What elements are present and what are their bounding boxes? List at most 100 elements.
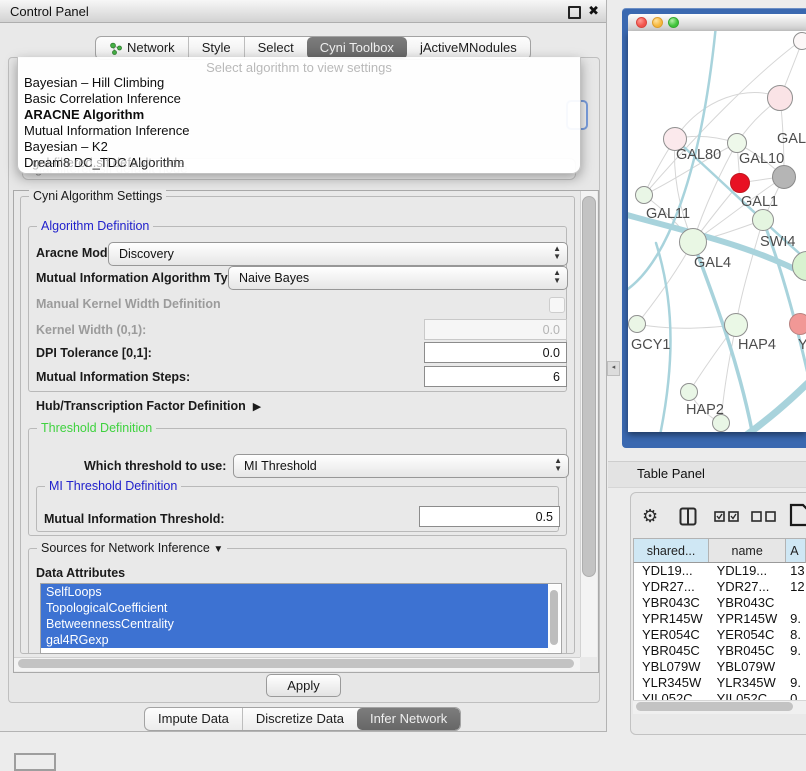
network-node[interactable]: [727, 133, 747, 153]
tab-infer-network[interactable]: Infer Network: [357, 708, 460, 730]
sources-title[interactable]: Sources for Network Inference ▼: [37, 541, 227, 555]
algorithm-option[interactable]: Bayesian – K2: [24, 139, 574, 155]
table-cell: 0.: [787, 691, 806, 700]
network-node[interactable]: [680, 383, 698, 401]
tab-style[interactable]: Style: [188, 37, 244, 59]
apply-button[interactable]: Apply: [266, 674, 341, 697]
minimize-traffic-light-icon[interactable]: [652, 17, 663, 28]
combobox-spinner-icon: ▲▼: [553, 269, 561, 285]
network-node[interactable]: [635, 186, 653, 204]
table-row[interactable]: YDL19...YDL19...13: [634, 563, 806, 579]
hub-definition-expander[interactable]: Hub/Transcription Factor Definition▶: [36, 399, 261, 413]
table-row[interactable]: YIL052CYIL052C0.: [634, 691, 806, 700]
column-header-name[interactable]: name: [709, 539, 786, 562]
network-node[interactable]: [724, 313, 748, 337]
attribute-item[interactable]: TopologicalCoefficient: [41, 600, 548, 616]
table-cell: YBL079W: [634, 659, 710, 675]
table-row[interactable]: YBL079WYBL079W: [634, 659, 806, 675]
float-window-icon[interactable]: [568, 6, 581, 19]
network-node[interactable]: [628, 315, 646, 333]
table-cell: 13: [787, 563, 806, 579]
table-cell: 8.: [787, 627, 806, 643]
minimized-panel-fragment: [14, 753, 56, 771]
table-row[interactable]: YPR145WYPR145W9.: [634, 611, 806, 627]
aracne-mode-combobox[interactable]: Discovery ▲▼: [108, 242, 568, 266]
close-traffic-light-icon[interactable]: [636, 17, 647, 28]
network-window-titlebar[interactable]: [628, 14, 806, 32]
popup-placeholder: Select algorithm to view settings: [18, 60, 580, 75]
table-row[interactable]: YBR043CYBR043C: [634, 595, 806, 611]
table-panel-title: Table Panel: [637, 466, 705, 481]
algorithm-option[interactable]: Mutual Information Inference: [24, 123, 574, 139]
column-header-clipped[interactable]: A: [786, 539, 805, 562]
deselect-all-columns-icon[interactable]: [751, 511, 777, 522]
table-row[interactable]: YER054CYER054C8.: [634, 627, 806, 643]
data-attributes-list[interactable]: SelfLoopsTopologicalCoefficientBetweenne…: [40, 583, 562, 654]
table-row[interactable]: YBR045CYBR045C9.: [634, 643, 806, 659]
dpi-tolerance-field[interactable]: 0.0: [424, 342, 567, 363]
network-node[interactable]: [767, 85, 793, 111]
table-cell: YBR043C: [634, 595, 710, 611]
which-threshold-label: Which threshold to use:: [84, 459, 226, 473]
tab-impute-data[interactable]: Impute Data: [145, 708, 242, 730]
algorithm-option[interactable]: Bayesian – Hill Climbing: [24, 75, 574, 91]
export-table-icon[interactable]: [789, 503, 806, 527]
network-node[interactable]: [730, 173, 750, 193]
network-node[interactable]: [679, 228, 707, 256]
table-cell: YLR345W: [710, 675, 788, 691]
mi-type-combobox[interactable]: Naive Bayes ▲▼: [228, 266, 568, 290]
tab-discretize-data[interactable]: Discretize Data: [242, 708, 357, 730]
column-header-shared-name[interactable]: shared...: [634, 539, 709, 562]
node-label: GAL: [777, 131, 806, 147]
network-node[interactable]: [752, 209, 774, 231]
column-view-icon[interactable]: [679, 507, 697, 526]
gear-icon[interactable]: ⚙: [642, 506, 658, 527]
table-cell: YBL079W: [710, 659, 788, 675]
table-body[interactable]: YDL19...YDL19...13YDR27...YDR27...12YBR0…: [633, 563, 806, 700]
algorithm-option[interactable]: Basic Correlation Inference: [24, 91, 574, 107]
network-canvas[interactable]: GALGAL80GAL10GAL1GAL11SWI4GAL4GCY1HAP4YH…: [628, 31, 806, 432]
attribute-item[interactable]: SelfLoops: [41, 584, 548, 600]
manual-kernel-label: Manual Kernel Width Definition: [36, 297, 221, 311]
table-row[interactable]: YDR27...YDR27...12: [634, 579, 806, 595]
attribute-item[interactable]: gal4RGexp: [41, 632, 548, 648]
mi-type-label: Mutual Information Algorithm Type:: [36, 271, 246, 285]
control-panel-title: Control Panel: [10, 4, 89, 19]
attribute-item[interactable]: BetweennessCentrality: [41, 616, 548, 632]
tab-network[interactable]: Network: [96, 37, 188, 59]
close-icon[interactable]: ✖: [588, 3, 599, 19]
algorithm-dropdown-popup: Select algorithm to view settings Bayesi…: [17, 57, 581, 174]
vertical-scrollbar-thumb[interactable]: [582, 196, 596, 577]
tab-cyni-toolbox[interactable]: Cyni Toolbox: [307, 37, 407, 59]
tab-jactivemnodules[interactable]: jActiveMNodules: [407, 37, 530, 59]
table-row[interactable]: YLR345WYLR345W9.: [634, 675, 806, 691]
mi-threshold-field[interactable]: 0.5: [419, 506, 560, 527]
network-icon: [109, 42, 122, 55]
node-label: GCY1: [631, 337, 671, 353]
list-scrollbar[interactable]: [548, 585, 560, 652]
table-hscrollbar-thumb[interactable]: [636, 702, 793, 711]
node-label: GAL4: [694, 255, 731, 271]
zoom-traffic-light-icon[interactable]: [668, 17, 679, 28]
mi-steps-field[interactable]: 6: [424, 366, 567, 387]
control-panel-titlebar: Control Panel ✖: [0, 0, 606, 23]
list-scrollbar-thumb[interactable]: [550, 590, 558, 645]
manual-kernel-checkbox[interactable]: [549, 297, 565, 313]
algorithm-option[interactable]: ARACNE Algorithm: [24, 107, 574, 123]
table-cell: [787, 659, 806, 675]
node-label: GAL11: [646, 206, 690, 222]
node-label: HAP2: [686, 402, 724, 418]
attribute-items: SelfLoopsTopologicalCoefficientBetweenne…: [41, 584, 561, 648]
splitter-handle-icon[interactable]: ◂: [607, 361, 620, 376]
table-cell: YBR045C: [710, 643, 788, 659]
mi-threshold-label: Mutual Information Threshold:: [44, 512, 225, 526]
horizontal-scrollbar-thumb[interactable]: [18, 659, 574, 668]
network-node[interactable]: [789, 313, 806, 335]
table-cell: YBR043C: [710, 595, 788, 611]
network-node[interactable]: [793, 32, 806, 50]
select-all-columns-icon[interactable]: [714, 511, 740, 522]
tab-select[interactable]: Select: [244, 37, 307, 59]
which-threshold-combobox[interactable]: MI Threshold ▲▼: [233, 454, 569, 478]
network-node[interactable]: [772, 165, 796, 189]
table-header: shared... name A: [633, 538, 806, 563]
